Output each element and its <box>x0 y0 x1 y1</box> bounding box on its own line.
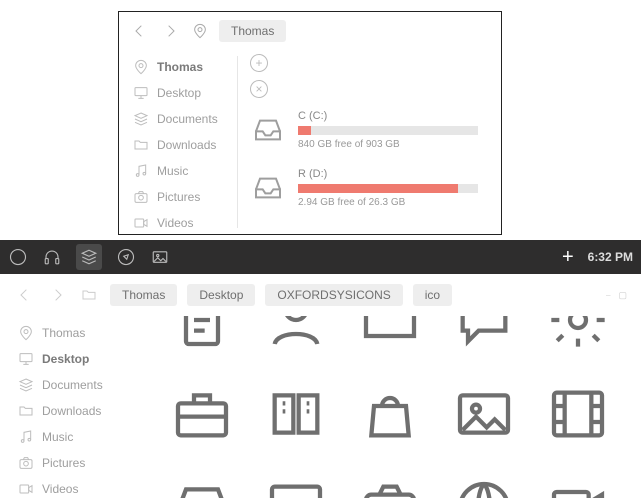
video-icon[interactable] <box>544 474 612 498</box>
inbox-icon[interactable] <box>168 474 236 498</box>
doc-icon[interactable] <box>168 316 236 354</box>
stack-icon <box>18 377 34 393</box>
music-icon <box>133 163 149 179</box>
remove-button[interactable]: × <box>250 80 268 98</box>
location-icon <box>189 20 211 42</box>
file-browser-window-2: + 6:32 PM Thomas Desktop OXFORDSYSICONS … <box>0 240 641 500</box>
toolbar: Thomas <box>119 12 501 50</box>
back-button[interactable] <box>14 284 36 306</box>
camera-icon <box>133 189 149 205</box>
titlebar: + 6:32 PM <box>0 240 641 274</box>
pin-icon <box>18 325 34 341</box>
breadcrumb-item[interactable]: ico <box>413 284 452 306</box>
sidebar-item-thomas[interactable]: Thomas <box>14 320 150 346</box>
stack-icon <box>133 111 149 127</box>
music-icon <box>18 429 34 445</box>
sidebar-item-music[interactable]: Music <box>129 158 237 184</box>
sidebar-item-label: Desktop <box>42 352 89 366</box>
camera-icon <box>18 455 34 471</box>
briefcase-icon[interactable] <box>168 380 236 448</box>
sidebar-item-label: Desktop <box>157 86 201 100</box>
sidebar-item-desktop[interactable]: Desktop <box>129 80 237 106</box>
compass-icon[interactable] <box>116 247 136 267</box>
drive-name: R (D:) <box>298 168 489 180</box>
globe-icon[interactable] <box>450 474 518 498</box>
headphones-icon[interactable] <box>42 247 62 267</box>
sidebar-item-videos[interactable]: Videos <box>129 210 237 236</box>
maximize-button[interactable]: ▢ <box>618 290 627 301</box>
sidebar-item-label: Documents <box>42 378 103 392</box>
user-icon[interactable] <box>262 316 330 354</box>
file-browser-window-1: Thomas Thomas Desktop Documents Downloads Mu… <box>118 11 502 235</box>
app-circle-icon[interactable] <box>8 247 28 267</box>
sidebar-item-documents[interactable]: Documents <box>129 106 237 132</box>
folder-icon <box>133 137 149 153</box>
sidebar-item-desktop[interactable]: Desktop <box>14 346 150 372</box>
sidebar-item-pictures[interactable]: Pictures <box>14 450 150 476</box>
chat-icon[interactable] <box>450 316 518 354</box>
sidebar-item-downloads[interactable]: Downloads <box>14 398 150 424</box>
breadcrumb-item[interactable]: Desktop <box>187 284 255 306</box>
sidebar-item-documents[interactable]: Documents <box>14 372 150 398</box>
book-icon[interactable] <box>262 380 330 448</box>
pin-icon <box>133 59 149 75</box>
sidebar-item-label: Music <box>157 164 188 178</box>
minimize-button[interactable]: ⎯ <box>606 290 611 301</box>
camera-icon[interactable] <box>356 474 424 498</box>
drive-row[interactable]: C (C:) 840 GB free of 903 GB <box>250 110 489 150</box>
sidebar-item-videos[interactable]: Videos <box>14 476 150 500</box>
folder-icon <box>78 284 100 306</box>
drive-usage-bar <box>298 184 478 193</box>
desktop-icon[interactable] <box>262 474 330 498</box>
sidebar-item-label: Pictures <box>42 456 85 470</box>
sidebar-item-label: Videos <box>42 482 78 496</box>
drive-status: 2.94 GB free of 26.3 GB <box>298 197 489 208</box>
sidebar-item-label: Pictures <box>157 190 200 204</box>
folder-icon[interactable] <box>356 316 424 354</box>
forward-button[interactable] <box>159 20 181 42</box>
video-icon <box>18 481 34 497</box>
back-button[interactable] <box>129 20 151 42</box>
sidebar-item-label: Thomas <box>42 326 85 340</box>
forward-button[interactable] <box>46 284 68 306</box>
film-icon[interactable] <box>544 380 612 448</box>
breadcrumb-item[interactable]: Thomas <box>219 20 286 42</box>
sidebar-item-label: Thomas <box>157 60 203 74</box>
drive-name: C (C:) <box>298 110 489 122</box>
clock: 6:32 PM <box>588 250 633 264</box>
add-button[interactable]: + <box>250 54 268 72</box>
drive-usage-bar <box>298 126 478 135</box>
sidebar-item-label: Documents <box>157 112 218 126</box>
drive-status: 840 GB free of 903 GB <box>298 139 489 150</box>
pathbar: Thomas Desktop OXFORDSYSICONS ico ⎯ ▢ <box>0 274 641 316</box>
sidebar-item-label: Downloads <box>157 138 216 152</box>
sidebar-item-thomas[interactable]: Thomas <box>129 54 237 80</box>
stack-icon[interactable] <box>76 244 102 270</box>
new-tab-button[interactable]: + <box>562 246 574 269</box>
drive-icon <box>250 172 286 204</box>
sidebar-item-label: Music <box>42 430 73 444</box>
sidebar-item-music[interactable]: Music <box>14 424 150 450</box>
folder-icon <box>18 403 34 419</box>
desktop-icon <box>133 85 149 101</box>
sidebar-item-label: Downloads <box>42 404 101 418</box>
main-panel: + × C (C:) 840 GB free of 903 GB R (D:) 2.9… <box>238 50 501 234</box>
breadcrumb-item[interactable]: OXFORDSYSICONS <box>265 284 402 306</box>
breadcrumb-item[interactable]: Thomas <box>110 284 177 306</box>
icon-grid <box>150 316 641 498</box>
drive-icon <box>250 114 286 146</box>
video-icon <box>133 215 149 231</box>
cog-icon[interactable] <box>544 316 612 354</box>
sidebar: Thomas Desktop Documents Downloads Music Pict… <box>119 50 237 234</box>
image-icon[interactable] <box>450 380 518 448</box>
sidebar-item-downloads[interactable]: Downloads <box>129 132 237 158</box>
sidebar-item-pictures[interactable]: Pictures <box>129 184 237 210</box>
desktop-icon <box>18 351 34 367</box>
sidebar: Thomas Desktop Documents Downloads Music Pict… <box>0 316 150 498</box>
drive-row[interactable]: R (D:) 2.94 GB free of 26.3 GB <box>250 168 489 208</box>
image-icon[interactable] <box>150 247 170 267</box>
bag-icon[interactable] <box>356 380 424 448</box>
sidebar-item-label: Videos <box>157 216 193 230</box>
